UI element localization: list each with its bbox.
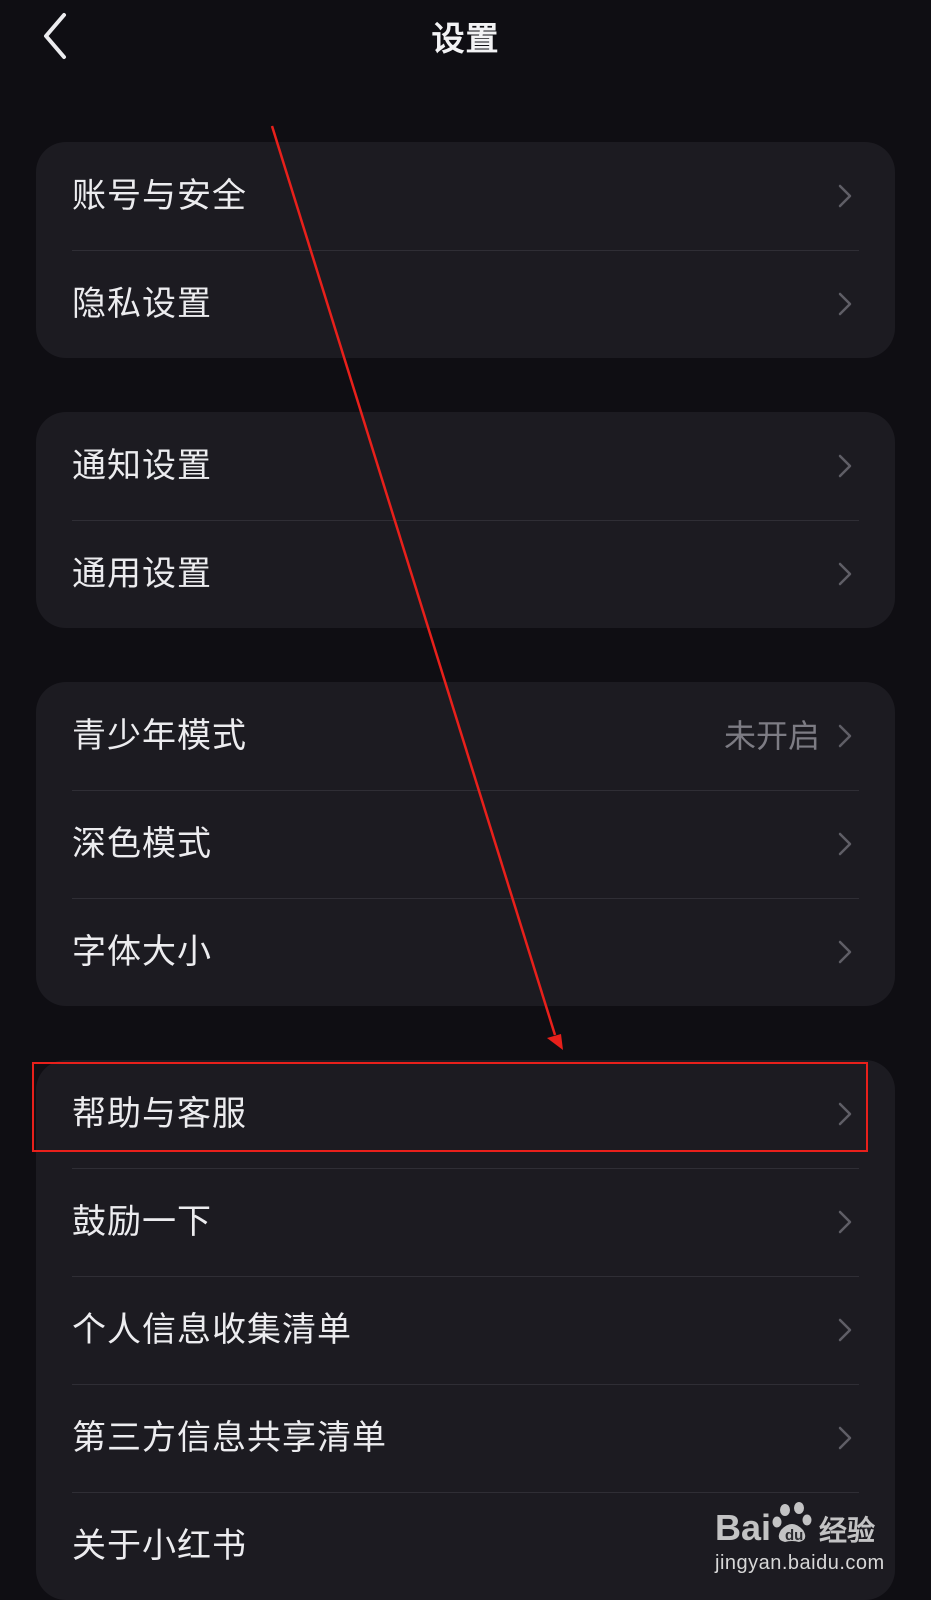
row-label: 通知设置 [72, 446, 212, 486]
settings-group-account: 账号与安全 隐私设置 [36, 142, 895, 358]
chevron-right-icon [838, 724, 852, 748]
chevron-right-icon [838, 1210, 852, 1234]
row-label: 关于小红书 [72, 1526, 247, 1566]
row-label: 第三方信息共享清单 [72, 1418, 387, 1458]
row-label: 账号与安全 [72, 176, 247, 216]
settings-group-general: 通知设置 通用设置 [36, 412, 895, 628]
row-personal-info-list[interactable]: 个人信息收集清单 [36, 1276, 895, 1384]
row-help-support[interactable]: 帮助与客服 [36, 1060, 895, 1168]
settings-group-display: 青少年模式 未开启 深色模式 字体大小 [36, 682, 895, 1006]
row-privacy-settings[interactable]: 隐私设置 [36, 250, 895, 358]
chevron-right-icon [838, 562, 852, 586]
row-encourage[interactable]: 鼓励一下 [36, 1168, 895, 1276]
chevron-right-icon [838, 1102, 852, 1126]
row-label: 个人信息收集清单 [72, 1310, 352, 1350]
row-notification-settings[interactable]: 通知设置 [36, 412, 895, 520]
row-teen-mode[interactable]: 青少年模式 未开启 [36, 682, 895, 790]
row-label: 帮助与客服 [72, 1094, 247, 1134]
row-about-app[interactable]: 关于小红书 [36, 1492, 895, 1600]
nav-bar: 设置 [0, 0, 931, 80]
row-dark-mode[interactable]: 深色模式 [36, 790, 895, 898]
chevron-right-icon [838, 832, 852, 856]
row-general-settings[interactable]: 通用设置 [36, 520, 895, 628]
page-title: 设置 [431, 19, 500, 58]
row-label: 通用设置 [72, 554, 212, 594]
settings-group-about: 帮助与客服 鼓励一下 个人信息收集清单 第三方信息共享清单 关于小红书 [36, 1060, 895, 1600]
row-label: 青少年模式 [72, 716, 247, 756]
chevron-right-icon [838, 940, 852, 964]
row-third-party-sharing-list[interactable]: 第三方信息共享清单 [36, 1384, 895, 1492]
row-account-security[interactable]: 账号与安全 [36, 142, 895, 250]
chevron-right-icon [838, 1318, 852, 1342]
chevron-right-icon [838, 1426, 852, 1450]
row-font-size[interactable]: 字体大小 [36, 898, 895, 1006]
chevron-right-icon [838, 454, 852, 478]
teen-mode-status: 未开启 [723, 717, 820, 755]
row-label: 隐私设置 [72, 284, 212, 324]
chevron-right-icon [838, 292, 852, 316]
chevron-right-icon [838, 184, 852, 208]
row-label: 鼓励一下 [72, 1202, 212, 1242]
row-label: 深色模式 [72, 824, 212, 864]
row-label: 字体大小 [72, 932, 212, 972]
